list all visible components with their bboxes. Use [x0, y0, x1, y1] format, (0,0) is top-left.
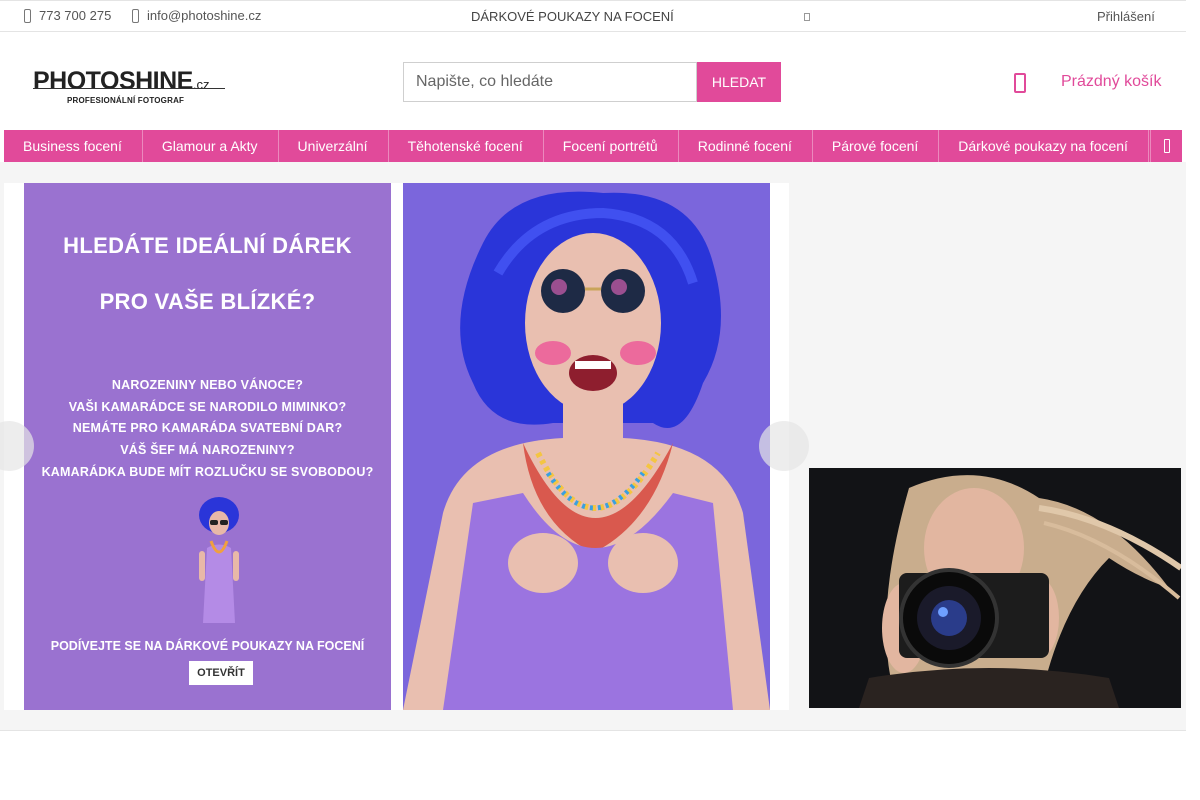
model-photo	[403, 183, 770, 710]
open-button[interactable]: OTEVŘÍT	[189, 661, 253, 685]
photographer-illustration	[809, 468, 1181, 708]
logo-underline	[33, 88, 225, 89]
promo-heading-2: PRO VAŠE BLÍZKÉ?	[99, 289, 316, 314]
email-icon	[132, 8, 139, 23]
logo-tagline: PROFESIONÁLNÍ FOTOGRAF	[67, 96, 185, 105]
nav-item-glamour[interactable]: Glamour a Akty	[143, 130, 279, 162]
nav-more-button[interactable]	[1150, 130, 1182, 162]
site-logo[interactable]: PHOTOSHINE.cz PROFESIONÁLNÍ FOTOGRAF	[33, 67, 225, 105]
nav-item-business[interactable]: Business focení	[4, 130, 143, 162]
phone-number[interactable]: 773 700 275	[39, 8, 111, 23]
banner-slide[interactable]: HLEDÁTE IDEÁLNÍ DÁREK PRO VAŠE BLÍZKÉ? N…	[4, 183, 789, 710]
photographer-photo[interactable]	[809, 468, 1181, 708]
promo-question: NAROZENINY NEBO VÁNOCE?	[111, 378, 304, 392]
search-input[interactable]	[403, 62, 697, 102]
promo-cta-text: PODÍVEJTE SE NA DÁRKOVÉ POUKAZY NA FOCEN…	[50, 639, 365, 653]
promo-panel: HLEDÁTE IDEÁLNÍ DÁREK PRO VAŠE BLÍZKÉ? N…	[24, 183, 391, 710]
promo-model-thumbnail	[199, 497, 239, 623]
promo-question: VAŠI KAMARÁDCE SE NARODILO MIMINKO?	[68, 400, 347, 414]
promo-question: NEMÁTE PRO KAMARÁDA SVATEBNÍ DAR?	[72, 421, 343, 435]
dropdown-icon[interactable]	[804, 13, 810, 21]
slider-next-arrow[interactable]	[759, 421, 809, 471]
top-bar: 773 700 275 info@photoshine.cz DÁRKOVÉ P…	[0, 0, 1186, 32]
model-photo-illustration	[403, 183, 770, 710]
main-navigation: Business focení Glamour a Akty Univerzál…	[4, 130, 1182, 162]
gift-vouchers-link[interactable]: DÁRKOVÉ POUKAZY NA FOCENÍ	[471, 9, 674, 24]
nav-item-universal[interactable]: Univerzální	[279, 130, 389, 162]
phone-contact[interactable]: 773 700 275	[24, 8, 111, 23]
nav-item-gift-vouchers[interactable]: Dárkové poukazy na focení	[939, 130, 1149, 162]
nav-item-portraits[interactable]: Focení portrétů	[544, 130, 679, 162]
promo-heading-1: HLEDÁTE IDEÁLNÍ DÁREK	[63, 233, 352, 258]
promo-question: KAMARÁDKA BUDE MÍT ROZLUČKU SE SVOBODOU?	[41, 465, 374, 479]
search-form: HLEDAT	[403, 62, 781, 102]
nav-item-pregnancy[interactable]: Těhotenské focení	[389, 130, 544, 162]
nav-item-couples[interactable]: Párové focení	[813, 130, 940, 162]
more-icon	[1163, 139, 1170, 153]
logo-brand: PHOTOSHINE.cz	[33, 67, 210, 95]
search-button[interactable]: HLEDAT	[697, 62, 781, 102]
login-link[interactable]: Přihlášení	[1097, 9, 1155, 24]
cart-label[interactable]: Prázdný košík	[1061, 73, 1161, 91]
cart-icon[interactable]	[1014, 73, 1026, 93]
phone-icon	[24, 8, 31, 23]
email-address[interactable]: info@photoshine.cz	[147, 8, 261, 23]
promo-question: VÁŠ ŠEF MÁ NAROZENINY?	[120, 443, 295, 457]
email-contact[interactable]: info@photoshine.cz	[132, 8, 261, 23]
nav-item-family[interactable]: Rodinné focení	[679, 130, 813, 162]
